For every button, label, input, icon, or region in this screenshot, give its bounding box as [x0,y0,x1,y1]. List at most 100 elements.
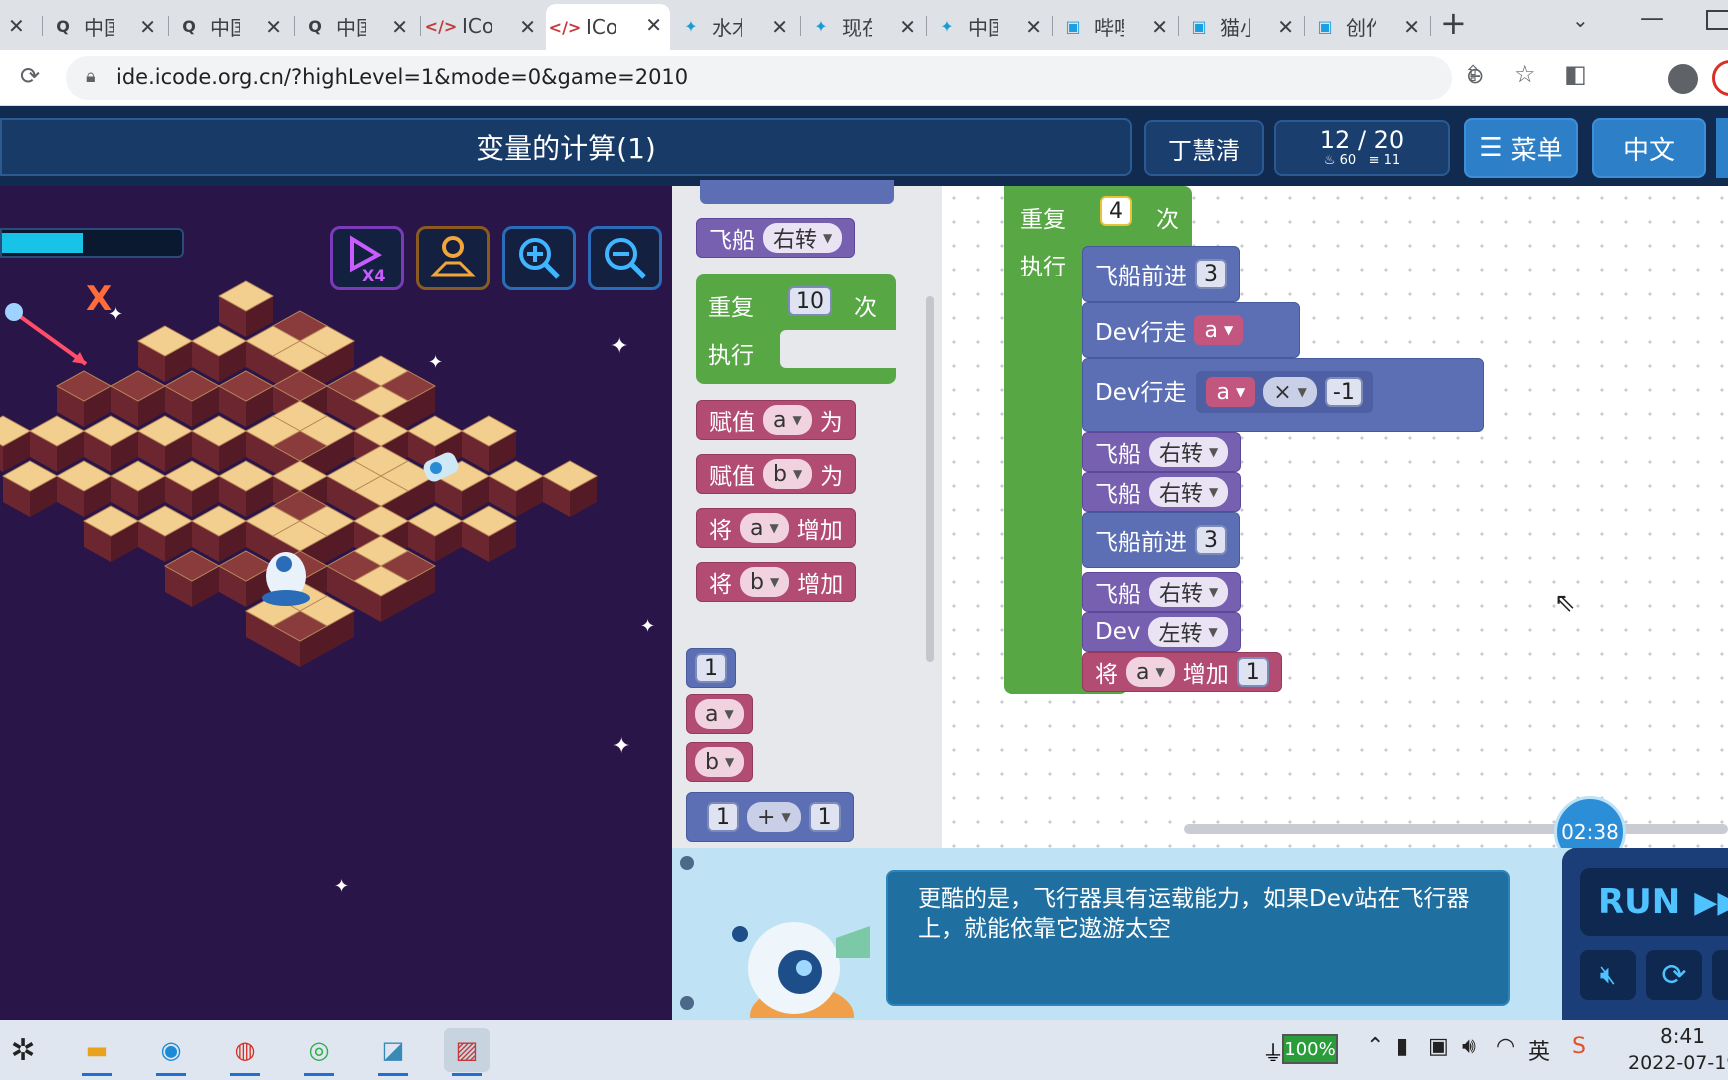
dropdown-icon[interactable]: ▼ [823,231,832,245]
reload-icon[interactable]: ⟳ [20,62,40,90]
dev-walk-expression-block[interactable]: Dev行走 a ▼ × ▼ -1 [1082,358,1484,432]
browser-tab[interactable]: Q中国✕ [170,6,290,46]
ship-forward-block[interactable]: 飞船前进 3 [1082,512,1240,568]
assign-a-block[interactable]: 赋值 a ▼ 为 [696,400,856,440]
flame-icon: ♨ [1323,153,1336,168]
refresh-icon: ⟳ [1661,957,1687,993]
bookmark-star-icon[interactable]: ☆ [1514,60,1536,88]
display-icon[interactable]: ▣ [1428,1034,1449,1059]
repeat-count-input[interactable]: 10 [788,286,832,316]
ship-turn-block[interactable]: 飞船 右转 ▼ [1082,472,1242,512]
close-icon[interactable]: ✕ [519,15,536,39]
browser-tab[interactable]: Q中国✕ [44,6,164,46]
start-icon[interactable]: ✲ [0,1028,46,1072]
tab-search-icon[interactable]: ⌄ [1572,8,1589,32]
ship-turn-block[interactable]: 飞船 右转 ▼ [1082,432,1242,472]
share-icon[interactable]: ⇪ [1464,62,1482,87]
close-icon[interactable]: ✕ [899,15,916,39]
volume-icon[interactable]: 🔊︎ [1462,1034,1476,1059]
toolbox-scrollbar[interactable] [926,296,934,662]
maximize-icon[interactable] [1706,10,1728,30]
browser-tab[interactable]: ✦现在✕ [802,6,924,46]
url-text[interactable]: ide.icode.org.cn/?highLevel=1&mode=0&gam… [116,65,688,89]
tab-close-partial[interactable]: ✕ [0,6,40,46]
code-workspace[interactable]: 重复 4 次 执行 飞船前进 3 Dev行走 a ▼ Dev行走 a ▼ × ▼ -1 飞… [942,186,1728,848]
browser-tab[interactable]: ▣哔哩✕ [1054,6,1176,46]
clock-date[interactable]: 2022-07-19 [1628,1052,1728,1074]
increase-a-block[interactable]: 将 a ▼ 增加 [696,508,856,548]
increase-b-block[interactable]: 将 b ▼ 增加 [696,562,857,602]
battery-indicator[interactable]: 100% [1282,1034,1338,1064]
ship-forward-block[interactable]: 飞船前进 3 [1082,246,1240,302]
extension-icon[interactable] [1712,60,1728,96]
browser-tab[interactable]: ✦水木✕ [672,6,796,46]
browser-tab-strip: ✕ Q中国✕ Q中国✕ Q中国✕ </>ICo✕ </>ICo✕ ✦水木✕ ✦现… [0,0,1728,50]
close-icon[interactable]: ✕ [771,15,788,39]
close-icon[interactable]: ✕ [1403,15,1420,39]
close-icon[interactable]: ✕ [265,15,282,39]
clock-time[interactable]: 8:41 [1660,1024,1705,1048]
number-block[interactable]: 1 [686,648,736,688]
level-title-bar: 变量的计算(1) [0,118,1132,176]
sogou-icon[interactable]: S [1572,1034,1586,1059]
paint-icon[interactable]: ▨ [444,1028,490,1076]
stat-2: 11 [1383,153,1401,168]
app-icon[interactable]: ◪ [370,1028,416,1076]
variable-a-block[interactable]: a ▼ [686,694,753,734]
rivet-icon [680,996,694,1010]
bilibili-icon: ▣ [1317,16,1333,36]
run-button[interactable]: RUN ▶▶ [1580,868,1728,936]
level-counter[interactable]: 12 / 20 ♨ 60 ≡ 11 [1274,120,1450,176]
close-icon[interactable]: ✕ [645,13,662,37]
mute-button[interactable]: 🔇︎ [1580,950,1636,1000]
dev-turn-block[interactable]: Dev 左转 ▼ [1082,612,1241,652]
fast-forward-icon[interactable]: ▶▶ [1694,885,1728,920]
close-icon[interactable]: ✕ [1151,15,1168,39]
ship-turn-block[interactable]: 飞船 右转 ▼ [1082,572,1242,612]
microphone-icon[interactable]: ▮ [1396,1034,1408,1059]
address-bar[interactable]: 🔒︎ ide.icode.org.cn/?highLevel=1&mode=0&… [66,56,1484,100]
profile-avatar[interactable] [1668,64,1698,94]
minimize-icon[interactable]: — [1640,4,1664,32]
close-icon[interactable]: ✕ [391,15,408,39]
rivet-icon [680,856,694,870]
arithmetic-block[interactable]: 1 + ▼ 1 [686,792,854,842]
language-button[interactable]: 中文 [1592,118,1706,178]
ime-indicator[interactable]: 英 [1528,1034,1550,1066]
dev-walk-block[interactable]: Dev行走 a ▼ [1082,302,1300,358]
file-explorer-icon[interactable]: ▬ [74,1028,120,1076]
star-icon: ✦ [612,734,631,759]
browser-tab[interactable]: ▣创作✕ [1306,6,1428,46]
chrome-icon[interactable]: ◍ [222,1028,268,1076]
sidepanel-icon[interactable]: ◧ [1564,60,1587,88]
tray-expand-icon[interactable]: ⌃ [1366,1034,1384,1059]
close-icon[interactable]: ✕ [1277,15,1294,39]
repeat-count-input[interactable]: 4 [1100,196,1132,226]
close-icon[interactable]: ✕ [1025,15,1042,39]
menu-button[interactable]: ☰ 菜单 [1464,118,1578,178]
browser-tab-active[interactable]: </> ICo ✕ [546,4,670,50]
wechat-icon[interactable]: ◎ [296,1028,342,1076]
variable-b-block[interactable]: b ▼ [686,742,754,782]
browser-tab[interactable]: ▣猫小✕ [1180,6,1302,46]
wifi-icon[interactable]: ◠ [1496,1034,1515,1059]
partial-block[interactable] [700,180,894,204]
browser-tab[interactable]: Q中国✕ [296,6,416,46]
edge-icon[interactable]: ◉ [148,1028,194,1076]
browser-tab[interactable]: ✦中国✕ [928,6,1050,46]
game-viewport[interactable]: X4 X ✦ ✦ ✦ ✦ ✦ ✦ [0,186,672,1020]
hint-bubble: 更酷的是，飞行器具有运载能力，如果Dev站在飞行器上，就能依靠它遨游太空 [886,870,1510,1006]
extra-button-edge[interactable] [1716,118,1728,178]
ship-turn-block[interactable]: 飞船 右转 ▼ [696,218,856,258]
increase-a-block[interactable]: 将 a ▼ 增加 1 [1082,652,1282,692]
reset-button[interactable]: ⟳ [1646,950,1702,1000]
workspace-scrollbar[interactable] [1184,824,1728,834]
assign-b-block[interactable]: 赋值 b ▼ 为 [696,454,857,494]
new-tab-button[interactable]: + [1440,4,1467,42]
browser-tab[interactable]: </> ICo ✕ [422,6,544,46]
close-icon[interactable]: ✕ [139,15,156,39]
user-name-badge[interactable]: 丁慧清 [1144,120,1264,176]
axis-arrow [12,310,88,366]
repeat-block[interactable]: 重复 10 次 执行 [696,274,896,384]
extra-control[interactable] [1712,950,1728,1000]
